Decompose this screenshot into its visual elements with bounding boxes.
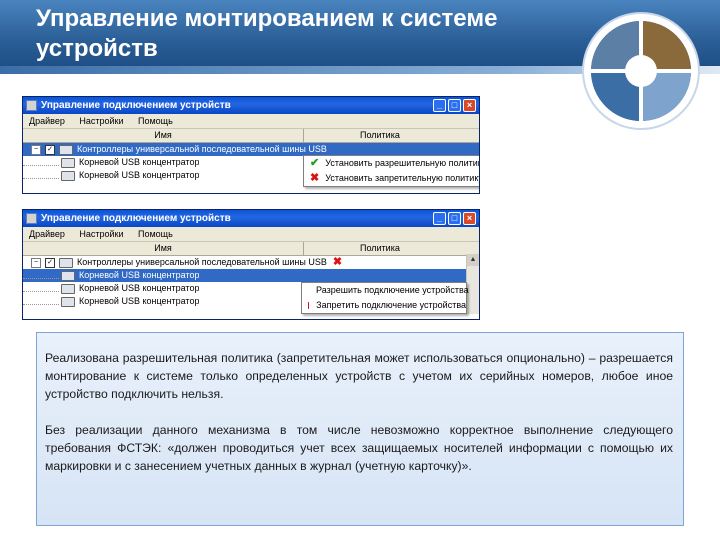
maximize-button[interactable]: □ xyxy=(448,99,461,112)
device-label: Контроллеры универсальной последовательн… xyxy=(77,257,327,267)
menu-driver[interactable]: Драйвер xyxy=(29,116,65,126)
app-icon xyxy=(26,213,37,224)
expand-toggle[interactable]: − xyxy=(31,257,41,268)
menu-help[interactable]: Помощь xyxy=(138,116,173,126)
usb-icon xyxy=(59,257,73,268)
usb-icon xyxy=(61,170,75,181)
window-title: Управление подключением устройств xyxy=(41,213,231,224)
menu-item-allow-device[interactable]: Разрешить подключение устройства xyxy=(302,283,469,298)
deny-policy-icon: ✖ xyxy=(332,256,343,268)
usb-icon xyxy=(61,296,75,307)
column-policy[interactable]: Политика xyxy=(304,129,479,142)
scroll-up-icon[interactable]: ▲ xyxy=(467,254,479,266)
column-name[interactable]: Имя xyxy=(23,242,304,255)
menu-item-set-allow-policy[interactable]: ✔ Установить разрешительную политику xyxy=(304,156,480,171)
window-titlebar[interactable]: Управление подключением устройств _ □ × xyxy=(23,97,479,114)
menu-settings[interactable]: Настройки xyxy=(79,116,123,126)
menu-item-label: Разрешить подключение устройства xyxy=(316,285,469,295)
description-paragraph-2: Без реализации данного механизма в том ч… xyxy=(45,423,673,473)
usb-icon xyxy=(59,144,73,155)
menu-settings[interactable]: Настройки xyxy=(79,229,123,239)
menu-bar: Драйвер Настройки Помощь xyxy=(23,114,479,129)
column-header: Имя Политика xyxy=(23,129,479,143)
check-icon: ✔ xyxy=(310,157,320,169)
menu-help[interactable]: Помощь xyxy=(138,229,173,239)
cross-icon: ✖ xyxy=(310,172,320,184)
menu-item-label: Запретить подключение устройства xyxy=(316,300,466,310)
device-label: Корневой USB концентратор xyxy=(79,270,200,280)
close-button[interactable]: × xyxy=(463,212,476,225)
column-header: Имя Политика xyxy=(23,242,479,256)
slide-title: Управление монтированием к системе устро… xyxy=(36,5,498,62)
device-checkbox[interactable]: ✓ xyxy=(45,144,55,155)
device-label: Корневой USB концентратор xyxy=(79,157,200,167)
close-button[interactable]: × xyxy=(463,99,476,112)
usb-icon xyxy=(61,157,75,168)
device-manager-window-2: Управление подключением устройств _ □ × … xyxy=(22,209,480,320)
device-label: Корневой USB концентратор xyxy=(79,283,200,293)
usb-icon xyxy=(61,270,75,281)
menu-bar: Драйвер Настройки Помощь xyxy=(23,227,479,242)
device-label: Корневой USB концентратор xyxy=(79,170,200,180)
device-context-menu: Разрешить подключение устройства Запрети… xyxy=(301,282,469,314)
menu-item-set-deny-policy[interactable]: ✖ Установить запретительную политику xyxy=(304,171,480,186)
menu-item-label: Установить запретительную политику xyxy=(325,173,480,183)
minimize-button[interactable]: _ xyxy=(433,212,446,225)
menu-driver[interactable]: Драйвер xyxy=(29,229,65,239)
tree-row-usb-controllers[interactable]: − ✓ Контроллеры универсальной последоват… xyxy=(23,256,479,269)
minimize-button[interactable]: _ xyxy=(433,99,446,112)
menu-item-deny-device[interactable]: Запретить подключение устройства xyxy=(302,298,466,313)
maximize-button[interactable]: □ xyxy=(448,212,461,225)
policy-context-menu: ✔ Установить разрешительную политику ✖ У… xyxy=(303,155,480,187)
window-titlebar[interactable]: Управление подключением устройств _ □ × xyxy=(23,210,479,227)
app-icon xyxy=(26,100,37,111)
device-label: Контроллеры универсальной последовательн… xyxy=(77,144,327,154)
menu-item-label: Установить разрешительную политику xyxy=(325,158,480,168)
device-manager-window-1: Управление подключением устройств _ □ × … xyxy=(22,96,480,194)
decorative-globe-logo xyxy=(582,12,700,130)
column-policy[interactable]: Политика xyxy=(304,242,479,255)
device-checkbox[interactable]: ✓ xyxy=(45,257,55,268)
window-title: Управление подключением устройств xyxy=(41,100,231,111)
description-textbox: Реализована разрешительная политика (зап… xyxy=(36,332,684,526)
description-paragraph-1: Реализована разрешительная политика (зап… xyxy=(45,351,673,401)
column-name[interactable]: Имя xyxy=(23,129,304,142)
usb-icon xyxy=(61,283,75,294)
expand-toggle[interactable]: − xyxy=(31,144,41,155)
tree-row-root-hub-selected[interactable]: Корневой USB концентратор xyxy=(23,269,479,282)
device-label: Корневой USB концентратор xyxy=(79,296,200,306)
